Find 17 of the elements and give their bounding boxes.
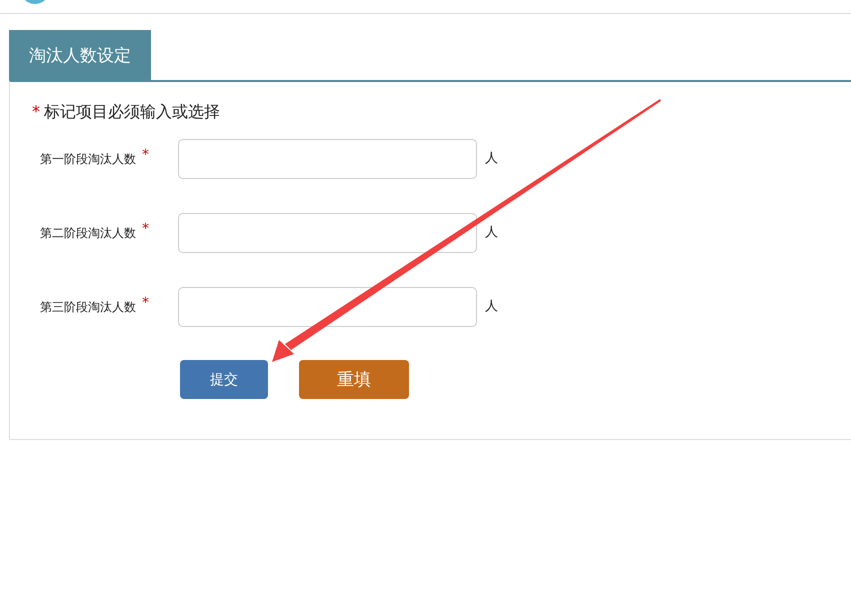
unit-label: 人: [485, 224, 498, 241]
required-note: 标记项目必须输入或选择: [44, 102, 220, 123]
unit-label: 人: [485, 150, 498, 167]
required-mark: *: [142, 221, 150, 237]
input-field[interactable]: [178, 139, 477, 179]
input-field[interactable]: [178, 213, 477, 253]
required-mark: *: [142, 147, 150, 163]
field-label: 第二阶段淘汰人数: [40, 224, 136, 242]
field-label: 第三阶段淘汰人数: [40, 298, 136, 316]
required-mark: *: [32, 102, 40, 121]
tab[interactable]: 淘汰人数设定: [9, 30, 151, 80]
submit-button[interactable]: 提交: [180, 360, 268, 399]
reset-button[interactable]: 重填: [299, 360, 409, 399]
unit-label: 人: [485, 298, 498, 315]
field-label: 第一阶段淘汰人数: [40, 150, 136, 168]
required-mark: *: [142, 295, 150, 311]
input-field[interactable]: [178, 287, 477, 327]
